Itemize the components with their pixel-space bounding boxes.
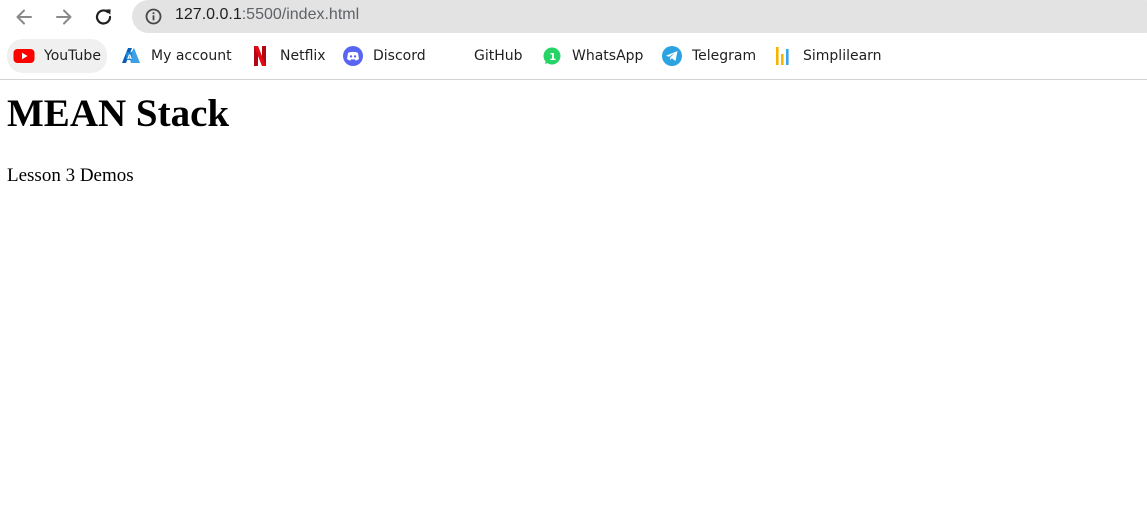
bookmark-discord[interactable]: Discord	[342, 39, 426, 73]
bookmark-netflix[interactable]: Netflix	[249, 39, 326, 73]
reload-button[interactable]	[91, 4, 117, 30]
url-host: 127.0.0.1	[175, 6, 242, 23]
url-path: :5500/index.html	[241, 6, 360, 23]
page-content: MEAN Stack Lesson 3 Demos	[0, 80, 1147, 517]
page-subtitle: Lesson 3 Demos	[7, 165, 134, 186]
discord-icon	[342, 45, 364, 67]
info-icon[interactable]	[145, 8, 162, 25]
bookmark-whatsapp[interactable]: 1 WhatsApp	[541, 39, 643, 73]
bookmark-label: My account	[151, 48, 232, 64]
bookmark-label: YouTube	[44, 48, 101, 64]
forward-button[interactable]	[51, 4, 77, 30]
browser-toolbar: 127.0.0.1:5500/index.html	[0, 0, 1147, 34]
netflix-icon	[249, 45, 271, 67]
bookmark-youtube[interactable]: YouTube	[7, 39, 107, 73]
arrow-right-icon	[56, 9, 72, 25]
github-icon	[443, 45, 465, 67]
azure-icon: A	[120, 45, 142, 67]
address-bar[interactable]: 127.0.0.1:5500/index.html	[132, 0, 1147, 33]
bookmark-simplilearn[interactable]: Simplilearn	[772, 39, 882, 73]
bookmark-github[interactable]: GitHub	[443, 39, 523, 73]
youtube-icon	[13, 45, 35, 67]
page-heading: MEAN Stack	[7, 92, 230, 135]
reload-icon	[95, 9, 112, 25]
url-text[interactable]: 127.0.0.1:5500/index.html	[175, 6, 359, 24]
svg-text:A: A	[127, 54, 132, 61]
bookmark-label: Discord	[373, 48, 426, 64]
bookmark-my-account[interactable]: A My account	[120, 39, 232, 73]
bookmarks-bar: YouTube A My account Netflix Discord Git…	[0, 39, 1147, 75]
bookmark-label: Netflix	[280, 48, 326, 64]
arrow-left-icon	[16, 9, 32, 25]
bookmark-label: GitHub	[474, 48, 523, 64]
bookmark-telegram[interactable]: Telegram	[661, 39, 756, 73]
simplilearn-icon	[772, 45, 794, 67]
back-button[interactable]	[11, 4, 37, 30]
svg-text:1: 1	[549, 52, 556, 63]
bookmark-label: Telegram	[692, 48, 757, 64]
whatsapp-icon: 1	[541, 45, 563, 67]
telegram-icon	[661, 45, 683, 67]
bookmark-label: Simplilearn	[803, 48, 882, 64]
bookmark-label: WhatsApp	[572, 48, 644, 64]
